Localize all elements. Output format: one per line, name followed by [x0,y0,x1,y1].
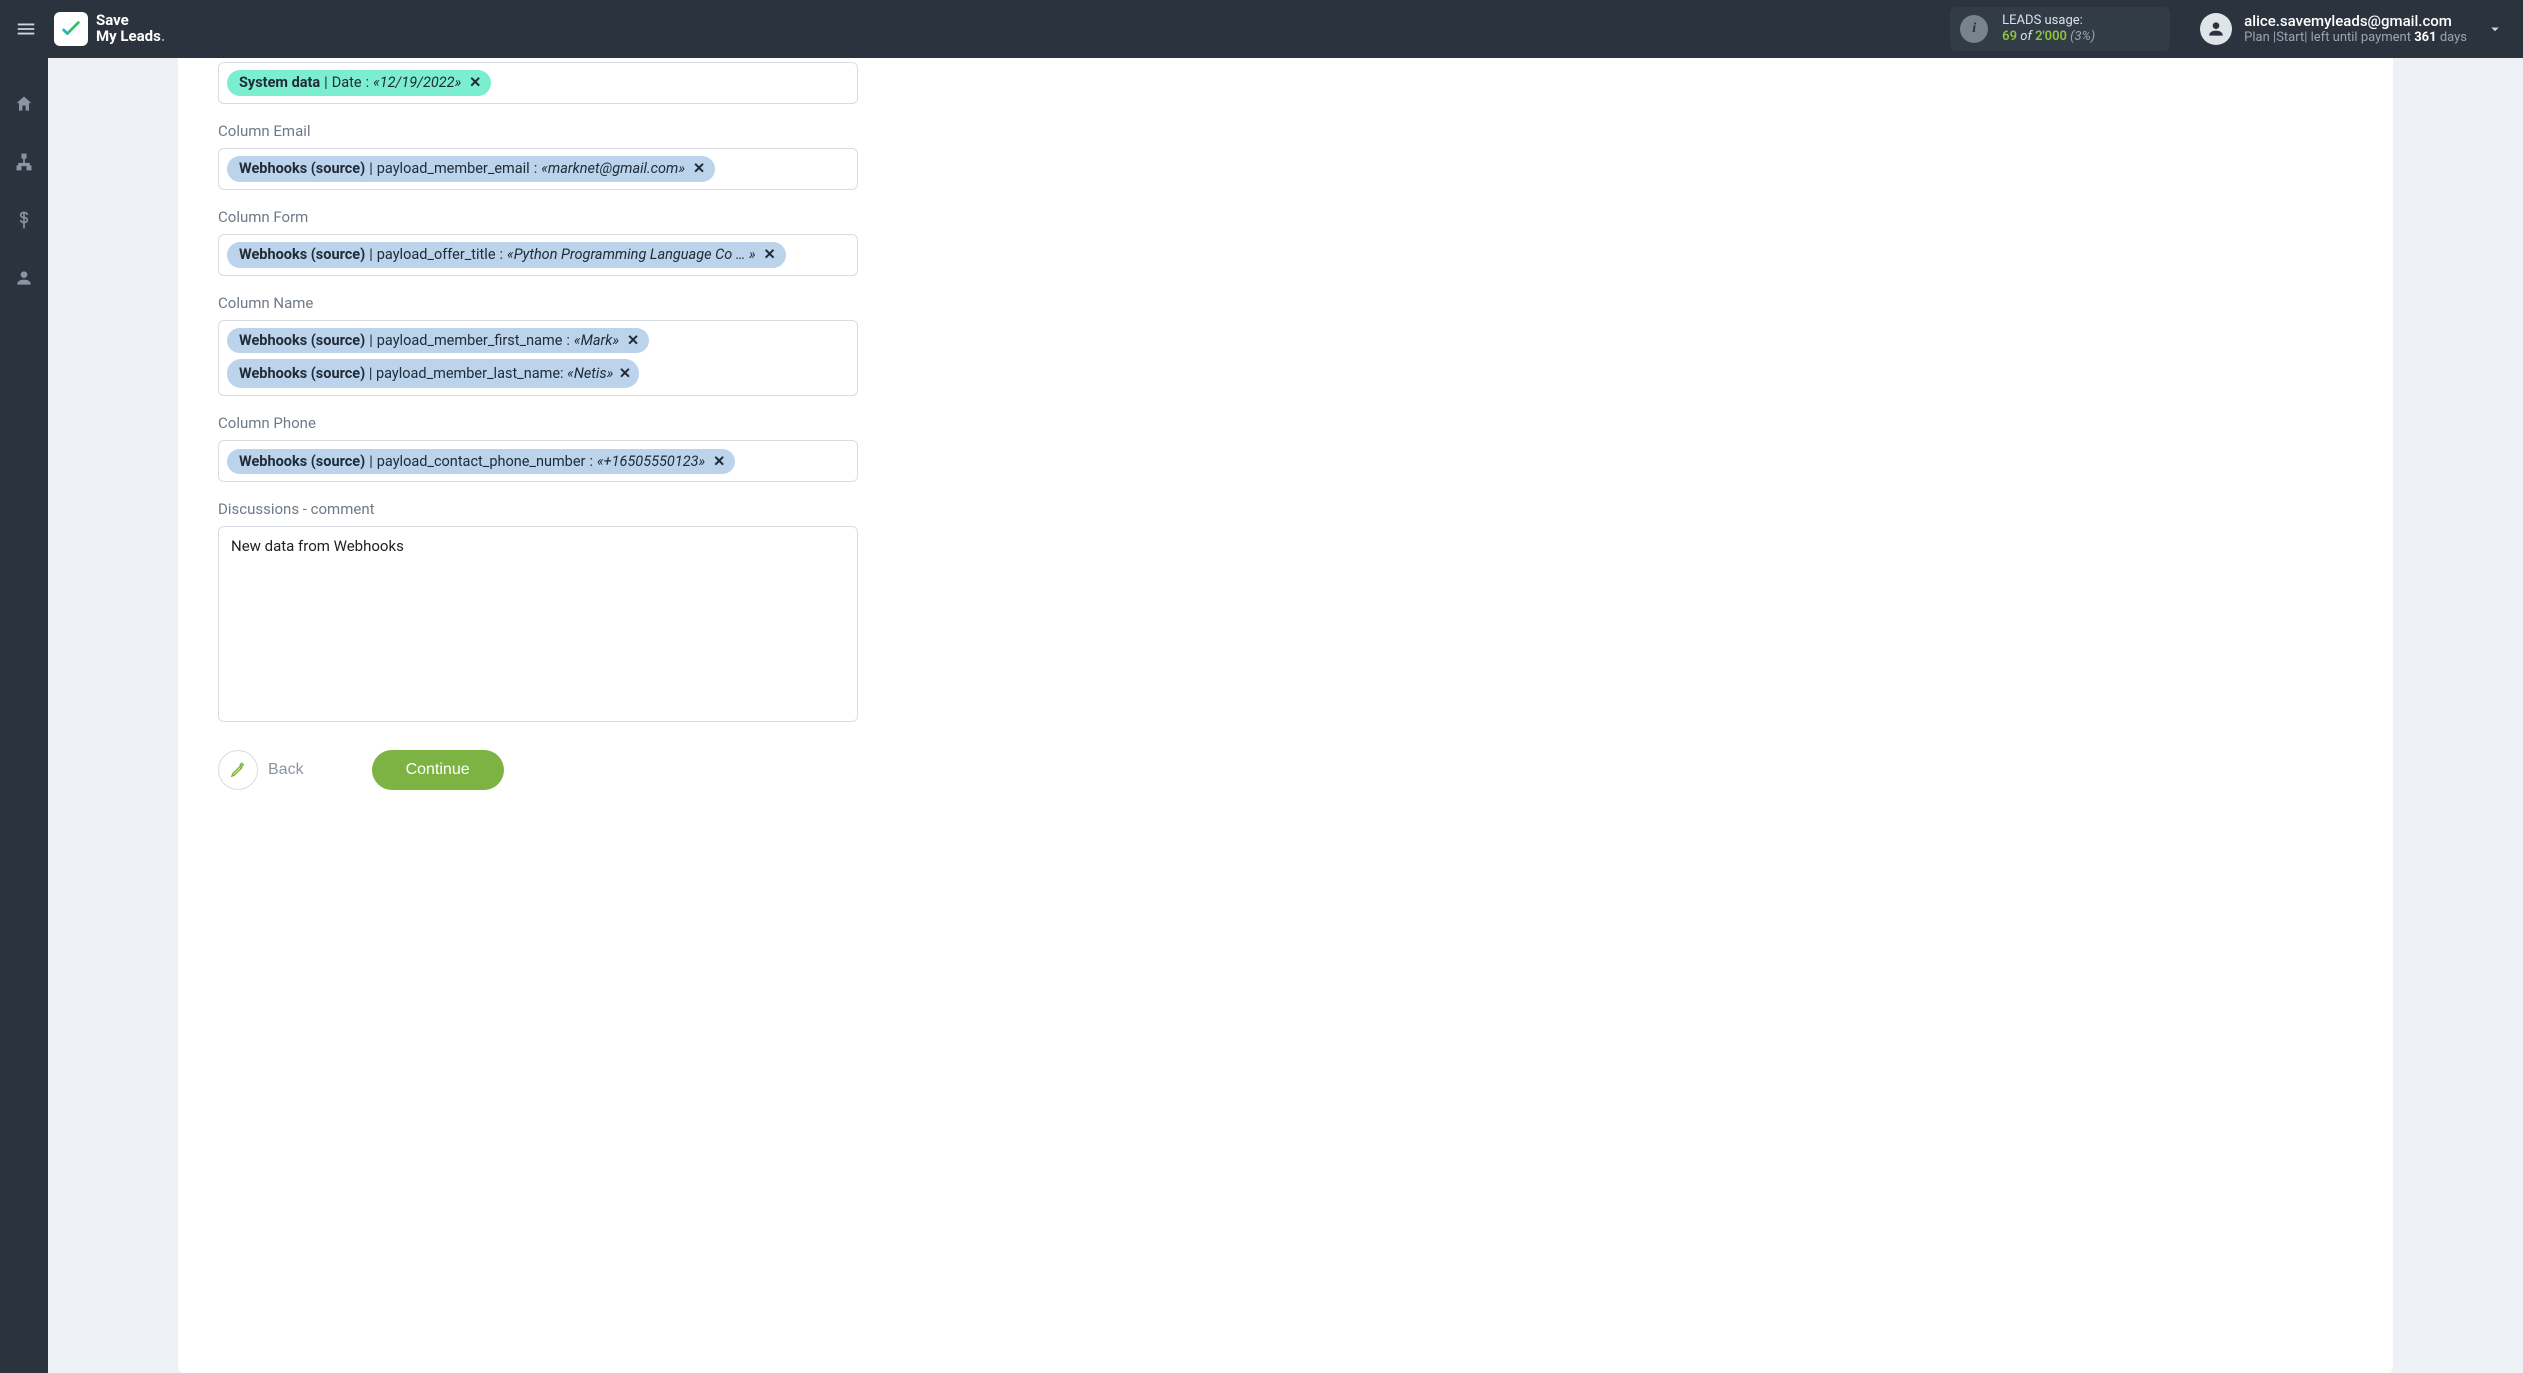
tag-webhooks-offer-title: Webhooks (source) | payload_offer_title:… [227,242,786,267]
tag-webhooks-last-name: Webhooks (source) | payload_member_last_… [227,359,639,388]
user-info: alice.savemyleads@gmail.com Plan |Start|… [2244,12,2467,47]
info-icon: i [1960,15,1988,43]
sidebar-item-home[interactable] [6,86,42,122]
tag-webhooks-phone: Webhooks (source) | payload_contact_phon… [227,449,735,474]
column-name-input[interactable]: Webhooks (source) | payload_member_first… [218,320,858,396]
column-form-input[interactable]: Webhooks (source) | payload_offer_title:… [218,234,858,276]
field-label: Column Form [218,208,2353,226]
sitemap-icon [14,152,34,172]
user-menu-toggle[interactable] [2477,11,2513,47]
field-block-form: Column Form Webhooks (source) | payload_… [218,208,2353,276]
dollar-icon [14,210,34,230]
menu-toggle-button[interactable] [8,11,44,47]
field-label: Discussions - comment [218,500,2353,518]
user-menu[interactable]: alice.savemyleads@gmail.com Plan |Start|… [2200,12,2467,47]
field-label: Column Name [218,294,2353,312]
continue-button[interactable]: Continue [372,750,504,790]
tag-remove-button[interactable]: ✕ [762,247,778,263]
sidebar-item-billing[interactable] [6,202,42,238]
tag-webhooks-email: Webhooks (source) | payload_member_email… [227,156,715,181]
person-icon [14,268,34,288]
field-block-name: Column Name Webhooks (source) | payload_… [218,294,2353,396]
mapping-form-card: System data | Date: «12/19/2022» ✕ Colum… [178,58,2393,1373]
sidebar-item-account[interactable] [6,260,42,296]
topbar: Save My Leads i LEADS usage: 69 of 2'000… [0,0,2523,58]
chevron-down-icon [2486,20,2504,38]
tag-system-data-date: System data | Date: «12/19/2022» ✕ [227,70,491,95]
brand-text: Save My Leads [96,13,165,45]
field-label: Column Phone [218,414,2353,432]
brand-logo[interactable]: Save My Leads [54,12,165,46]
field-block-phone: Column Phone Webhooks (source) | payload… [218,414,2353,482]
column-phone-input[interactable]: Webhooks (source) | payload_contact_phon… [218,440,858,482]
column-date-input[interactable]: System data | Date: «12/19/2022» ✕ [218,62,858,104]
tag-remove-button[interactable]: ✕ [625,333,641,349]
tag-remove-button[interactable]: ✕ [691,161,707,177]
sidebar-item-connections[interactable] [6,144,42,180]
leads-usage-widget[interactable]: i LEADS usage: 69 of 2'000 (3%) [1950,7,2170,52]
home-icon [14,94,34,114]
tag-remove-button[interactable]: ✕ [467,75,483,91]
field-block-email: Column Email Webhooks (source) | payload… [218,122,2353,190]
field-block-date: System data | Date: «12/19/2022» ✕ [218,58,2353,104]
brand-mark-icon [54,12,88,46]
tag-remove-button[interactable]: ✕ [711,453,727,469]
tag-webhooks-first-name: Webhooks (source) | payload_member_first… [227,328,649,353]
form-actions: Back Continue [218,750,2353,790]
avatar-icon [2200,13,2232,45]
sidebar-nav [0,58,48,1373]
field-block-discussions: Discussions - comment [218,500,2353,726]
column-email-input[interactable]: Webhooks (source) | payload_member_email… [218,148,858,190]
field-label: Column Email [218,122,2353,140]
back-button[interactable]: Back [218,750,304,790]
tag-remove-button[interactable]: ✕ [619,365,631,382]
pencil-icon [218,750,258,790]
leads-usage-text: LEADS usage: 69 of 2'000 (3%) [2002,13,2095,46]
discussions-comment-textarea[interactable] [218,526,858,722]
hamburger-icon [15,18,37,40]
